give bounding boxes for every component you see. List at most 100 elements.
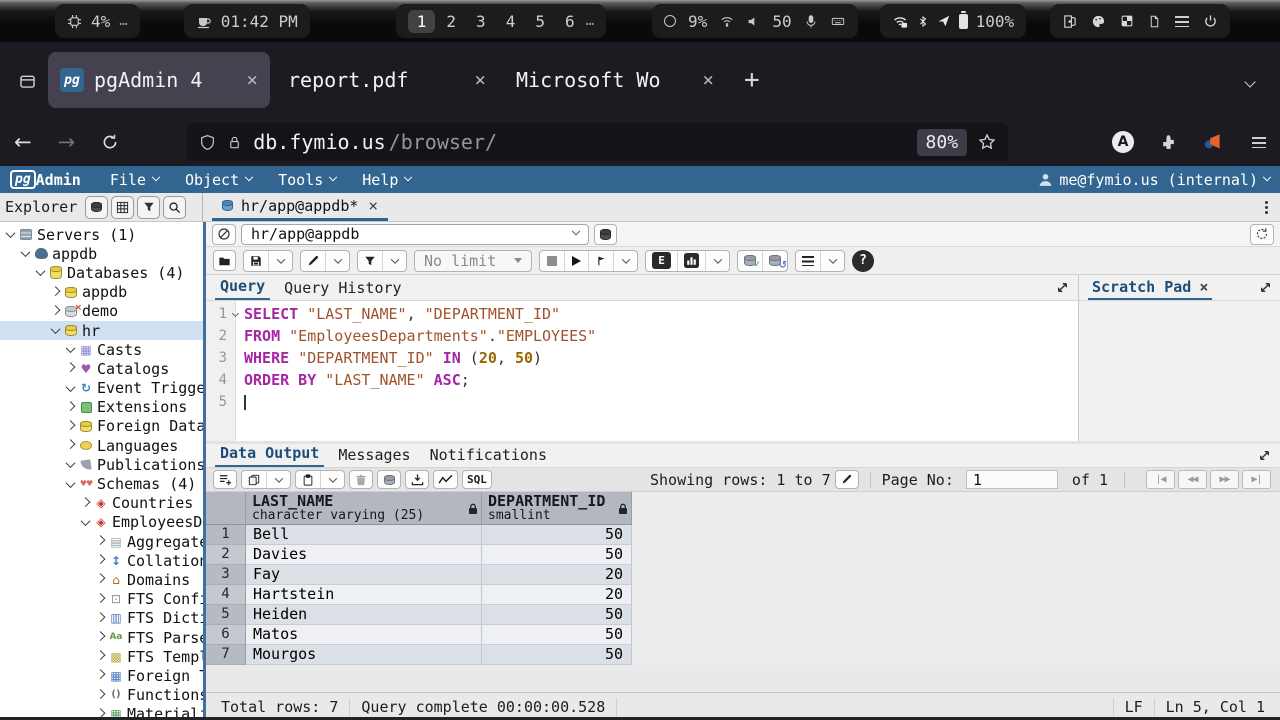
commit-button[interactable]: ✓	[738, 251, 762, 271]
connectivity-indicator[interactable]: 100%	[880, 4, 1027, 38]
expand-caret-icon[interactable]	[64, 365, 77, 372]
close-icon[interactable]	[475, 69, 486, 91]
shield-icon[interactable]	[199, 134, 216, 151]
sql-editor[interactable]: SELECT "LAST_NAME", "DEPARTMENT_ID"FROM …	[236, 301, 1078, 441]
workspace-1[interactable]: 1	[408, 10, 436, 33]
clock-indicator[interactable]: 01:42 PM	[184, 4, 310, 38]
cell-department-id[interactable]: 50	[482, 645, 632, 665]
filter-options-dropdown[interactable]	[382, 251, 406, 271]
open-file-button[interactable]	[213, 250, 236, 271]
collapse-caret-icon[interactable]	[64, 346, 77, 353]
cell-last-name[interactable]: Davies	[246, 545, 482, 565]
collapse-caret-icon[interactable]	[34, 269, 47, 276]
column-header-last-name[interactable]: LAST_NAME character varying (25)	[246, 492, 482, 525]
explain-button[interactable]: E	[646, 251, 677, 271]
browser-tab-2[interactable]: report.pdf	[276, 52, 498, 108]
sql-button[interactable]: SQL	[462, 470, 492, 489]
collapse-caret-icon[interactable]	[4, 231, 17, 238]
expand-caret-icon[interactable]	[94, 653, 107, 660]
tree-item-event-triggers[interactable]: ↻Event Triggers	[0, 379, 203, 398]
announce-extension-icon[interactable]	[1203, 133, 1222, 152]
save-data-button[interactable]	[377, 470, 401, 489]
tree-item-aggregates[interactable]: ▤Aggregates	[0, 532, 203, 551]
column-header-department-id[interactable]: DEPARTMENT_ID smallint	[482, 492, 632, 525]
cell-last-name[interactable]: Mourgos	[246, 645, 482, 665]
macro-dropdown[interactable]	[820, 251, 844, 271]
cell-last-name[interactable]: Matos	[246, 625, 482, 645]
expand-caret-icon[interactable]	[94, 615, 107, 622]
cell-department-id[interactable]: 50	[482, 545, 632, 565]
tree-item-foreign-data-wrappers[interactable]: Foreign Data Wrappers	[0, 417, 203, 436]
table-row[interactable]: 4Hartstein20	[206, 585, 1280, 605]
cell-department-id[interactable]: 20	[482, 565, 632, 585]
zoom-level-badge[interactable]: 80%	[917, 129, 968, 156]
execute-options-button[interactable]	[588, 251, 613, 271]
tree-item-servers-1[interactable]: Servers (1)	[0, 225, 203, 244]
tree-item-fts-parsers[interactable]: AaFTS Parsers	[0, 628, 203, 647]
save-options-dropdown[interactable]	[268, 251, 292, 271]
tree-item-appdb[interactable]: appdb	[0, 283, 203, 302]
row-number-cell[interactable]: 1	[206, 525, 246, 545]
prev-page-button[interactable]: ◀◀	[1178, 470, 1207, 489]
collapse-caret-icon[interactable]	[64, 461, 77, 468]
download-results-button[interactable]	[405, 470, 429, 489]
table-row[interactable]: 1Bell50	[206, 525, 1280, 545]
tree-item-languages[interactable]: Languages	[0, 436, 203, 455]
copy-dropdown[interactable]	[266, 471, 290, 488]
tree-item-fts-templates[interactable]: ▩FTS Templates	[0, 647, 203, 666]
metrics-indicator[interactable]: 9% 50	[652, 4, 858, 38]
expand-caret-icon[interactable]	[94, 576, 107, 583]
new-connection-button[interactable]	[594, 224, 617, 245]
theme-icon[interactable]	[1091, 14, 1106, 29]
cell-last-name[interactable]: Heiden	[246, 605, 482, 625]
scratch-pad-area[interactable]	[1078, 301, 1280, 441]
expand-caret-icon[interactable]	[64, 442, 77, 449]
tabs-overview-button[interactable]	[6, 71, 48, 90]
expand-caret-icon[interactable]	[94, 557, 107, 564]
browser-menu-icon[interactable]	[1252, 137, 1266, 148]
delete-row-button[interactable]	[349, 470, 373, 489]
tree-item-databases-4[interactable]: Databases (4)	[0, 263, 203, 282]
macro-list-button[interactable]	[796, 251, 820, 271]
corner-cell[interactable]	[206, 492, 246, 525]
tab-data-output[interactable]: Data Output	[215, 444, 324, 467]
tab-notifications[interactable]: Notifications	[425, 446, 552, 467]
address-bar[interactable]: db.fymio.us/browser/ 80%	[187, 123, 1008, 161]
workspace-6[interactable]: 6	[556, 10, 584, 33]
tab-messages[interactable]: Messages	[333, 446, 415, 467]
execute-button[interactable]	[564, 251, 588, 271]
collapse-caret-icon[interactable]	[49, 327, 62, 334]
close-icon[interactable]	[247, 69, 258, 91]
tree-item-extensions[interactable]: Extensions	[0, 398, 203, 417]
close-icon[interactable]	[703, 69, 714, 91]
table-row[interactable]: 5Heiden50	[206, 605, 1280, 625]
add-row-button[interactable]	[213, 470, 237, 489]
edit-button[interactable]	[301, 251, 325, 271]
reload-button[interactable]	[101, 133, 119, 151]
menu-icon[interactable]	[1175, 16, 1189, 27]
graph-visualizer-button[interactable]	[433, 470, 458, 489]
tree-item-demo[interactable]: ×demo	[0, 302, 203, 321]
expand-caret-icon[interactable]	[49, 289, 62, 296]
tab-query[interactable]: Query	[215, 277, 270, 300]
explain-dropdown[interactable]	[705, 251, 729, 271]
search-button[interactable]	[163, 196, 186, 219]
dashboard-grid-button[interactable]	[111, 196, 134, 219]
power-icon[interactable]	[1203, 14, 1218, 29]
expand-scratch-icon[interactable]	[1259, 281, 1272, 294]
expand-editor-icon[interactable]	[1056, 281, 1069, 294]
edit-range-button[interactable]	[835, 470, 859, 489]
extension-a-icon[interactable]: A	[1112, 131, 1134, 153]
row-number-cell[interactable]: 4	[206, 585, 246, 605]
cpu-indicator[interactable]: 4% …	[55, 4, 140, 38]
document-icon[interactable]	[1148, 14, 1161, 29]
expand-caret-icon[interactable]	[94, 692, 107, 699]
browser-tab-3[interactable]: Microsoft Wo	[504, 52, 726, 108]
tree-item-domains[interactable]: ⌂Domains	[0, 570, 203, 589]
tab-query-history[interactable]: Query History	[279, 279, 406, 300]
workspace-4[interactable]: 4	[497, 10, 525, 33]
line-ending-indicator[interactable]: LF	[1113, 698, 1154, 716]
cell-department-id[interactable]: 50	[482, 625, 632, 645]
expand-caret-icon[interactable]	[64, 423, 77, 430]
next-page-button[interactable]: ▶▶	[1210, 470, 1239, 489]
